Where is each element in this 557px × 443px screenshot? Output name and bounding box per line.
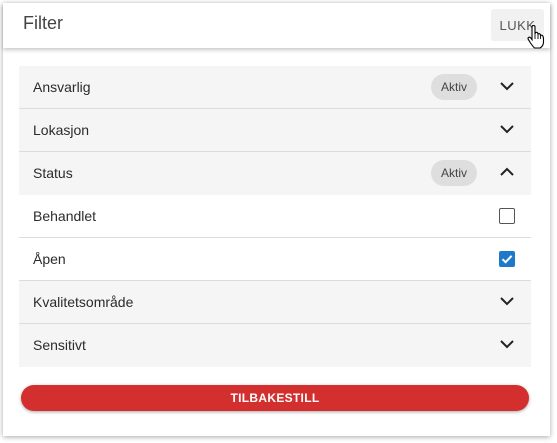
chevron-down-icon[interactable] <box>500 296 514 306</box>
filter-label: Status <box>33 165 73 181</box>
chevron-down-icon[interactable] <box>500 81 514 91</box>
page-title: Filter <box>23 13 63 33</box>
active-chip: Aktiv <box>430 160 477 186</box>
option-row-behandlet[interactable]: Behandlet <box>19 195 531 238</box>
filter-header: Filter LUKK <box>3 3 550 48</box>
filter-row-kvalitetsomrade[interactable]: Kvalitetsområde <box>19 281 531 324</box>
filter-list: Ansvarlig Aktiv Lokasjon Status Aktiv Be… <box>19 66 531 367</box>
check-icon <box>501 255 513 264</box>
checkbox-checked[interactable] <box>499 251 515 267</box>
checkbox-unchecked[interactable] <box>499 208 515 224</box>
option-label: Åpen <box>33 251 66 267</box>
filter-row-lokasjon[interactable]: Lokasjon <box>19 109 531 152</box>
active-chip: Aktiv <box>430 74 477 100</box>
option-row-apen[interactable]: Åpen <box>19 238 531 281</box>
chevron-down-icon[interactable] <box>500 124 514 134</box>
chevron-up-icon[interactable] <box>500 167 514 177</box>
filter-row-ansvarlig[interactable]: Ansvarlig Aktiv <box>19 66 531 109</box>
reset-button[interactable]: TILBAKESTILL <box>21 385 529 411</box>
filter-label: Sensitivt <box>33 337 86 353</box>
filter-label: Lokasjon <box>33 122 90 138</box>
filter-row-sensitivt[interactable]: Sensitivt <box>19 324 531 367</box>
filter-panel: Filter LUKK Ansvarlig Aktiv Lokasjon Sta… <box>3 3 550 436</box>
hand-cursor-icon <box>527 25 545 49</box>
chevron-down-icon[interactable] <box>500 339 514 349</box>
filter-label: Ansvarlig <box>33 79 91 95</box>
filter-row-status[interactable]: Status Aktiv <box>19 152 531 195</box>
filter-label: Kvalitetsområde <box>33 294 134 310</box>
option-label: Behandlet <box>33 208 97 224</box>
